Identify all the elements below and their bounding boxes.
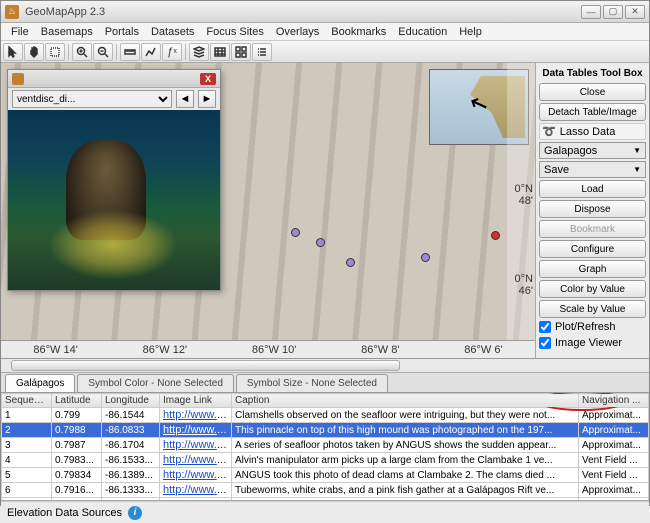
window-titlebar: ♨ GeoMapApp 2.3 — ▢ ✕ [1,1,649,23]
close-button[interactable]: ✕ [625,5,645,19]
minimize-button[interactable]: — [581,5,601,19]
chevron-down-icon: ▼ [633,165,641,174]
map-point-vent[interactable] [421,253,430,262]
image-viewer-checkbox[interactable]: Image Viewer [539,336,646,350]
col-longitude[interactable]: Longitude [102,394,160,408]
map-point-vent[interactable] [316,238,325,247]
menu-portals[interactable]: Portals [99,26,145,38]
pan-tool[interactable] [24,43,44,61]
toolbar: ƒx [1,41,649,63]
col-sequence[interactable]: Sequence [2,394,52,408]
map-x-axis: 86°W 14' 86°W 12' 86°W 10' 86°W 8' 86°W … [1,340,535,358]
elevation-sources-label: Elevation Data Sources [7,507,122,519]
image-link[interactable]: http://www.div [163,424,231,436]
image-next-button[interactable]: ► [198,90,216,108]
menu-basemaps[interactable]: Basemaps [35,26,99,38]
menu-focus-sites[interactable]: Focus Sites [200,26,269,38]
lasso-data-button[interactable]: ➰ Lasso Data [539,123,646,140]
map-point-vent[interactable] [291,228,300,237]
table-header-row: Sequence Latitude Longitude Image Link C… [2,394,649,408]
image-viewer-titlebar[interactable]: X [8,70,220,88]
image-viewer-close-button[interactable]: X [200,73,216,85]
menu-datasets[interactable]: Datasets [145,26,200,38]
image-link[interactable]: http://www.div [163,439,231,451]
toolbox-close-button[interactable]: Close [539,83,646,101]
tab-symbol-color[interactable]: Symbol Color - None Selected [77,374,234,392]
tab-galapagos[interactable]: Galápagos [5,374,75,392]
data-tables-toolbox: Data Tables Tool Box Close Detach Table/… [535,63,649,358]
menu-file[interactable]: File [5,26,35,38]
grid-tool[interactable] [231,43,251,61]
bookmark-button[interactable]: Bookmark [539,220,646,238]
save-combo[interactable]: Save▼ [539,161,646,178]
table-row[interactable]: 20.7988-86.0833http://www.divThis pinnac… [2,423,649,438]
col-caption[interactable]: Caption [232,394,579,408]
color-by-value-button[interactable]: Color by Value [539,280,646,298]
java-icon: ♨ [5,5,19,19]
table-tool[interactable] [210,43,230,61]
maximize-button[interactable]: ▢ [603,5,623,19]
table-row[interactable]: 60.7916...-86.1333...http://www.divTubew… [2,483,649,498]
graph-button[interactable]: Graph [539,260,646,278]
col-latitude[interactable]: Latitude [52,394,102,408]
scale-by-value-button[interactable]: Scale by Value [539,300,646,318]
data-tabs: Galápagos Symbol Color - None Selected S… [1,373,649,393]
dataset-combo[interactable]: Galapagos▼ [539,142,646,159]
map-point-selected[interactable] [491,231,500,240]
map-y-axis: 0°N 48' 0°N 46' [507,63,535,340]
data-table[interactable]: Sequence Latitude Longitude Image Link C… [1,393,649,501]
dispose-button[interactable]: Dispose [539,200,646,218]
table-row[interactable]: 10.799-86.1544http://www.divClamshells o… [2,408,649,423]
image-link[interactable]: http://www.div [163,469,231,481]
table-row[interactable]: 50.79834-86.1389...http://www.divANGUS t… [2,468,649,483]
image-link[interactable]: http://www.div [163,499,231,501]
status-bar: Elevation Data Sources i [1,501,649,523]
seafloor-photo [8,110,220,290]
java-icon [12,73,24,85]
menu-education[interactable]: Education [392,26,453,38]
lasso-icon: ➰ [542,125,556,138]
tab-symbol-size[interactable]: Symbol Size - None Selected [236,374,388,392]
profile-tool[interactable] [141,43,161,61]
zoom-out-tool[interactable] [93,43,113,61]
image-prev-button[interactable]: ◄ [176,90,194,108]
table-row[interactable]: 30.7987-86.1704http://www.divA series of… [2,438,649,453]
table-row[interactable]: 70.792-86.1http://www.divAlvin explores … [2,498,649,502]
plot-refresh-checkbox[interactable]: Plot/Refresh [539,320,646,334]
table-row[interactable]: 40.7983...-86.1533...http://www.divAlvin… [2,453,649,468]
window-title: GeoMapApp 2.3 [25,6,581,18]
zoom-in-tool[interactable] [72,43,92,61]
image-link[interactable]: http://www.div [163,484,231,496]
load-button[interactable]: Load [539,180,646,198]
select-tool[interactable] [45,43,65,61]
image-dataset-select[interactable]: ventdisc_di... [12,90,172,108]
ruler-tool[interactable] [120,43,140,61]
pointer-tool[interactable] [3,43,23,61]
chevron-down-icon: ▼ [633,146,641,155]
image-link[interactable]: http://www.div [163,409,231,421]
menu-bookmarks[interactable]: Bookmarks [325,26,392,38]
menu-overlays[interactable]: Overlays [270,26,325,38]
col-navigation[interactable]: Navigation ... [579,394,649,408]
list-tool[interactable] [252,43,272,61]
image-viewer-window[interactable]: X ventdisc_di... ◄ ► [7,69,221,291]
toolbox-header: Data Tables Tool Box [539,66,646,81]
menubar: File Basemaps Portals Datasets Focus Sit… [1,23,649,41]
function-tool[interactable]: ƒx [162,43,182,61]
configure-button[interactable]: Configure [539,240,646,258]
menu-help[interactable]: Help [453,26,488,38]
map-point-vent[interactable] [346,258,355,267]
layers-tool[interactable] [189,43,209,61]
map-horizontal-scrollbar[interactable] [1,359,649,373]
map-canvas[interactable]: X ventdisc_di... ◄ ► 0°N 48' 0°N 46' 86°… [1,63,535,358]
detach-button[interactable]: Detach Table/Image [539,103,646,121]
info-icon[interactable]: i [128,506,142,520]
col-image-link[interactable]: Image Link [160,394,232,408]
image-link[interactable]: http://www.div [163,454,231,466]
